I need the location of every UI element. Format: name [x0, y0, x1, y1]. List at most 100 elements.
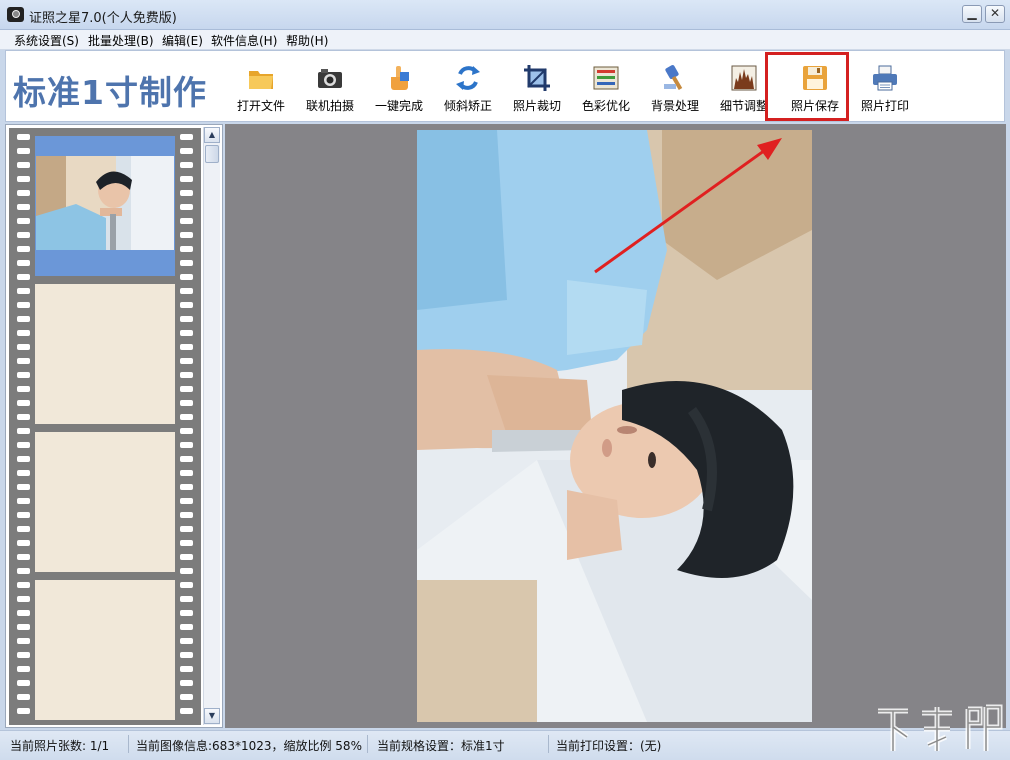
- film-sprocket-hole: [17, 372, 30, 378]
- watermark-logo: [878, 704, 1003, 751]
- film-sprocket-hole: [17, 624, 30, 630]
- crop-icon: [524, 65, 550, 91]
- film-sprocket-hole: [180, 596, 193, 602]
- film-sprocket-hole: [180, 274, 193, 280]
- film-sprocket-hole: [17, 134, 30, 140]
- film-sprocket-hole: [180, 498, 193, 504]
- film-sprocket-hole: [180, 610, 193, 616]
- film-sprocket-hole: [180, 428, 193, 434]
- online-capture-button[interactable]: 联机拍摄: [296, 59, 364, 115]
- window-title: 证照之星7.0(个人免费版): [29, 11, 177, 26]
- scroll-down-button[interactable]: ▼: [204, 708, 220, 724]
- film-sprocket-hole: [17, 638, 30, 644]
- scroll-thumb[interactable]: [205, 145, 219, 163]
- folder-icon: [249, 71, 273, 89]
- photo-thumbnail: [36, 156, 174, 250]
- hand-pointer-icon: [391, 66, 409, 90]
- histogram-icon: [731, 65, 757, 91]
- tilt-correction-label: 倾斜矫正: [443, 99, 492, 113]
- film-sprocket-hole: [17, 204, 30, 210]
- menu-software-info[interactable]: 软件信息(H): [211, 32, 277, 49]
- one-click-complete-button[interactable]: 一键完成: [365, 59, 433, 115]
- menu-system-settings[interactable]: 系统设置(S): [14, 32, 79, 49]
- menu-batch-process[interactable]: 批量处理(B): [88, 32, 154, 49]
- film-sprocket-hole: [180, 680, 193, 686]
- film-sprocket-hole: [180, 190, 193, 196]
- film-sprocket-hole: [17, 232, 30, 238]
- film-sprocket-hole: [17, 666, 30, 672]
- id-photo[interactable]: [417, 130, 812, 722]
- film-sprocket-hole: [17, 526, 30, 532]
- film-sprocket-hole: [180, 666, 193, 672]
- film-sprocket-hole: [180, 484, 193, 490]
- menu-help[interactable]: 帮助(H): [286, 32, 328, 49]
- image-canvas: [225, 124, 1006, 728]
- close-button[interactable]: ✕: [985, 5, 1005, 23]
- background-process-label: 背景处理: [650, 99, 699, 113]
- filmstrip-frame-4[interactable]: [35, 580, 175, 720]
- film-sprocket-hole: [17, 316, 30, 322]
- film-sprocket-hole: [17, 470, 30, 476]
- filmstrip-frame-3[interactable]: [35, 432, 175, 572]
- film-sprocket-hole: [180, 708, 193, 714]
- status-image-info: 当前图像信息:683*1023，缩放比例 58%: [136, 739, 362, 753]
- film-sprocket-hole: [180, 554, 193, 560]
- status-photo-count: 当前照片张数: 1/1: [10, 739, 110, 753]
- online-capture-label: 联机拍摄: [305, 99, 354, 113]
- film-sprocket-hole: [180, 526, 193, 532]
- film-sprocket-hole: [180, 176, 193, 182]
- background-process-button[interactable]: 背景处理: [641, 59, 709, 115]
- filmstrip-panel: ▲ ▼: [5, 124, 223, 728]
- film-sprocket-hole: [180, 638, 193, 644]
- film-sprocket-hole: [180, 582, 193, 588]
- scroll-up-button[interactable]: ▲: [204, 127, 220, 143]
- film-sprocket-hole: [17, 414, 30, 420]
- film-sprocket-hole: [17, 218, 30, 224]
- filmstrip: [9, 128, 201, 725]
- menu-edit[interactable]: 编辑(E): [162, 32, 203, 49]
- film-sprocket-hole: [180, 694, 193, 700]
- open-file-label: 打开文件: [236, 99, 285, 113]
- film-sprocket-hole: [17, 274, 30, 280]
- open-file-button[interactable]: 打开文件: [227, 59, 295, 115]
- photo-print-label: 照片打印: [860, 99, 909, 113]
- menu-bar: 系统设置(S) 批量处理(B) 编辑(E) 软件信息(H) 帮助(H): [0, 30, 1010, 50]
- filmstrip-scrollbar[interactable]: ▲ ▼: [203, 127, 220, 725]
- film-sprocket-hole: [180, 260, 193, 266]
- film-sprocket-hole: [17, 680, 30, 686]
- title-bar: 证照之星7.0(个人免费版) ▁ ✕: [0, 0, 1010, 30]
- film-sprocket-hole: [17, 512, 30, 518]
- tilt-correction-button[interactable]: 倾斜矫正: [434, 59, 502, 115]
- film-sprocket-hole: [17, 246, 30, 252]
- film-sprocket-hole: [17, 260, 30, 266]
- film-sprocket-hole: [17, 288, 30, 294]
- color-optimize-button[interactable]: 色彩优化: [572, 59, 640, 115]
- film-sprocket-hole: [180, 134, 193, 140]
- film-sprocket-hole: [17, 176, 30, 182]
- film-sprocket-hole: [17, 708, 30, 714]
- status-separator: [548, 735, 549, 753]
- film-sprocket-hole: [180, 470, 193, 476]
- film-sprocket-hole: [180, 232, 193, 238]
- filmstrip-frame-1[interactable]: [35, 136, 175, 276]
- film-sprocket-hole: [17, 344, 30, 350]
- film-sprocket-hole: [17, 302, 30, 308]
- photo-crop-button[interactable]: 照片裁切: [503, 59, 571, 115]
- filmstrip-frame-2[interactable]: [35, 284, 175, 424]
- status-separator: [128, 735, 129, 753]
- film-sprocket-hole: [180, 358, 193, 364]
- film-sprocket-hole: [17, 596, 30, 602]
- film-sprocket-hole: [180, 386, 193, 392]
- film-sprocket-hole: [180, 414, 193, 420]
- one-click-complete-label: 一键完成: [374, 99, 423, 113]
- photo-print-button[interactable]: 照片打印: [851, 59, 919, 115]
- film-sprocket-hole: [17, 148, 30, 154]
- minimize-button[interactable]: ▁: [962, 5, 982, 23]
- film-sprocket-hole: [180, 512, 193, 518]
- film-sprocket-hole: [17, 386, 30, 392]
- film-sprocket-hole: [180, 372, 193, 378]
- film-sprocket-hole: [180, 288, 193, 294]
- film-sprocket-hole: [180, 568, 193, 574]
- film-sprocket-hole: [180, 246, 193, 252]
- color-optimize-label: 色彩优化: [581, 99, 630, 113]
